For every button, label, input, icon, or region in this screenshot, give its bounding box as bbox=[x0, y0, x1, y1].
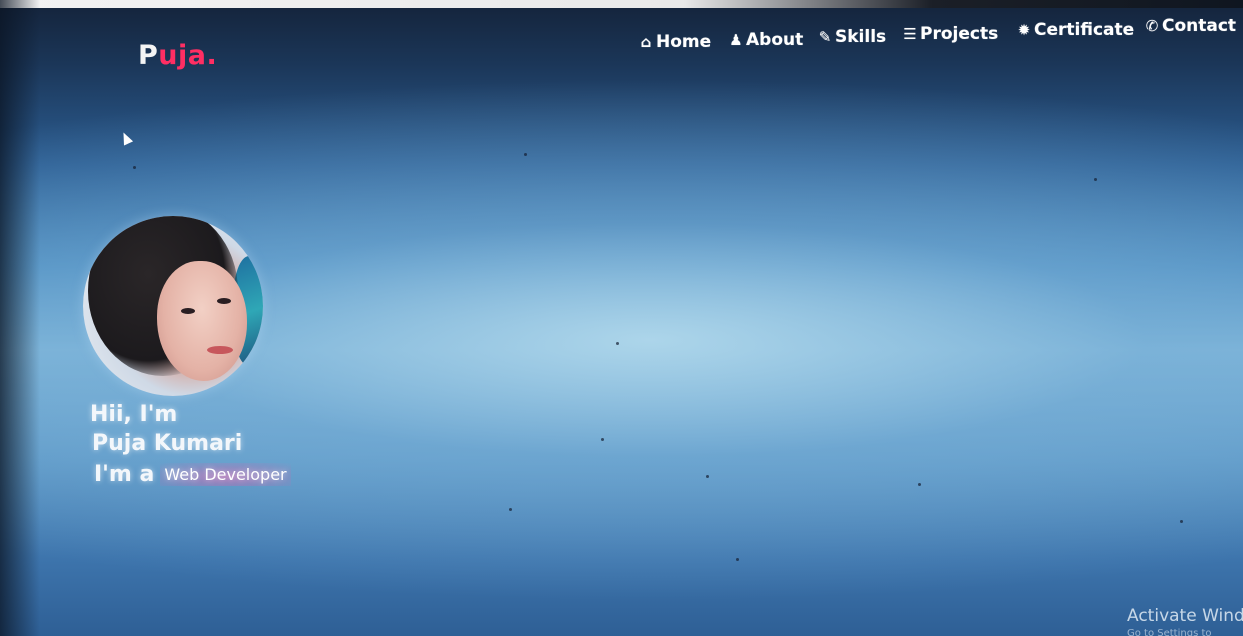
nav-certificate[interactable]: ✹ Certificate bbox=[1016, 20, 1134, 40]
screen-vignette bbox=[0, 0, 40, 636]
nav-projects-label: Projects bbox=[920, 24, 999, 44]
list-icon: ☰ bbox=[903, 25, 917, 43]
nav-contact[interactable]: ✆ Contact bbox=[1144, 16, 1236, 36]
wrench-icon: ✎ bbox=[818, 28, 832, 46]
hero-role-prefix: I'm a bbox=[94, 462, 155, 487]
nav-home[interactable]: ⌂ Home bbox=[638, 32, 712, 52]
nav-certificate-label: Certificate bbox=[1034, 20, 1135, 40]
nav-contact-label: Contact bbox=[1162, 16, 1237, 36]
hero-greeting: Hii, I'm bbox=[90, 402, 178, 427]
browser-top-edge bbox=[0, 0, 1243, 8]
nav-about[interactable]: ♟ About bbox=[728, 30, 803, 50]
logo-rest: uja. bbox=[158, 40, 218, 71]
nav-skills[interactable]: ✎ Skills bbox=[817, 27, 886, 47]
user-icon: ♟ bbox=[729, 31, 743, 49]
site-logo[interactable]: Puja. bbox=[138, 40, 217, 71]
logo-initial: P bbox=[138, 40, 159, 71]
main-nav: ⌂ Home ♟ About ✎ Skills ☰ Projects ✹ Cer… bbox=[636, 14, 1236, 54]
profile-avatar bbox=[83, 216, 263, 396]
nav-projects[interactable]: ☰ Projects bbox=[902, 24, 998, 44]
browser-viewport: Puja. ⌂ Home ♟ About ✎ Skills ☰ Projects… bbox=[0, 0, 1243, 636]
nav-skills-label: Skills bbox=[835, 27, 887, 47]
hero-role: Web Developer bbox=[160, 463, 291, 486]
mouse-cursor bbox=[118, 130, 134, 146]
hero-role-line: I'm a Web Developer bbox=[94, 462, 291, 487]
activate-windows-watermark: Activate Wind bbox=[1127, 606, 1243, 626]
nav-about-label: About bbox=[746, 30, 804, 50]
activate-windows-subtext: Go to Settings to bbox=[1127, 628, 1212, 636]
phone-icon: ✆ bbox=[1145, 17, 1159, 35]
hero-name: Puja Kumari bbox=[92, 431, 243, 456]
home-icon: ⌂ bbox=[640, 33, 652, 51]
nav-home-label: Home bbox=[656, 32, 712, 52]
badge-icon: ✹ bbox=[1017, 21, 1031, 39]
